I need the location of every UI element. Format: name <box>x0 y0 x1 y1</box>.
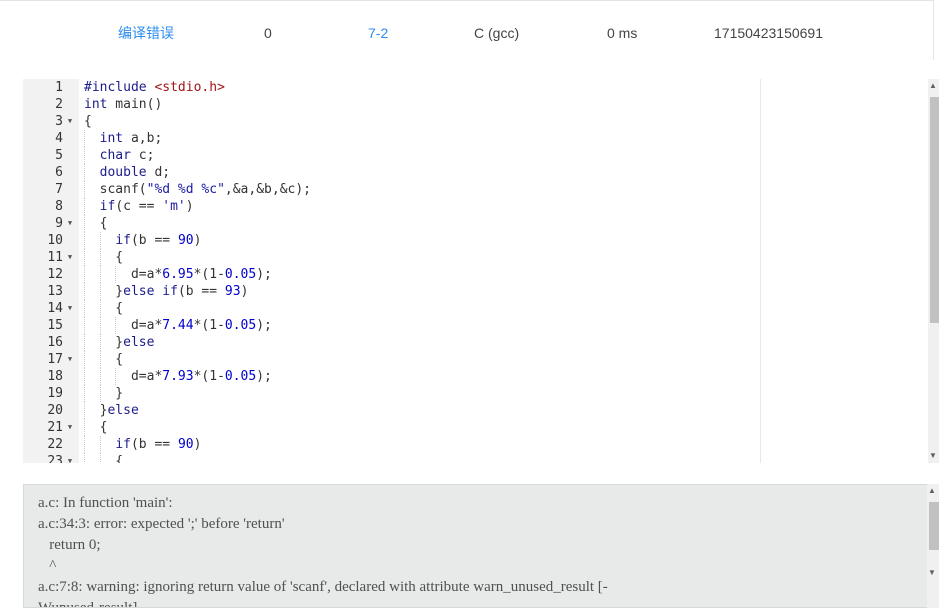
code-editor[interactable]: 1 #include <stdio.h> 2 int main() 3 ▼{4 int a… <box>23 79 939 463</box>
code-text: }else if(b == 93) <box>84 284 249 299</box>
line-number: 8 <box>55 199 63 214</box>
code-text: d=a*7.93*(1-0.05); <box>84 369 272 384</box>
code-text: { <box>84 114 92 129</box>
code-text: } <box>84 386 124 401</box>
submission-row: 编译错误 0 7-2 C (gcc) 0 ms 17150423150691 <box>0 18 934 48</box>
line-number: 2 <box>55 97 63 112</box>
code-text: if(b == 90) <box>115 437 202 452</box>
code-line[interactable]: 6 double d; <box>23 164 939 181</box>
fold-arrow-icon[interactable]: ▼ <box>65 419 75 436</box>
fold-arrow-icon[interactable]: ▼ <box>65 453 75 463</box>
code-line[interactable]: 22 if(b == 90) <box>23 436 939 453</box>
code-text: }else <box>84 335 155 350</box>
code-text: { <box>84 301 124 316</box>
code-line[interactable]: 20 }else <box>23 402 939 419</box>
code-lines: 1 #include <stdio.h> 2 int main() 3 ▼{4 int a… <box>23 79 939 463</box>
line-number: 14 <box>47 301 63 316</box>
line-number: 16 <box>47 335 63 350</box>
code-line[interactable]: 10 if(b == 90) <box>23 232 939 249</box>
status-link[interactable]: 编译错误 <box>118 24 174 42</box>
code-text: { <box>84 216 108 231</box>
scroll-down-icon[interactable]: ▼ <box>929 451 937 460</box>
code-text: double d; <box>99 165 171 180</box>
code-line[interactable]: 1 #include <stdio.h> <box>23 79 939 96</box>
code-text: #include <stdio.h> <box>84 80 225 95</box>
line-number: 7 <box>55 182 63 197</box>
fold-arrow-icon[interactable]: ▼ <box>65 300 75 317</box>
code-text: int a,b; <box>99 131 163 146</box>
code-line[interactable]: 19 } <box>23 385 939 402</box>
line-number: 9 <box>55 216 63 231</box>
line-number: 19 <box>47 386 63 401</box>
code-text: { <box>84 352 124 367</box>
code-line[interactable]: 5 char c; <box>23 147 939 164</box>
line-number: 15 <box>47 318 63 333</box>
line-number: 12 <box>47 267 63 282</box>
code-text: d=a*6.95*(1-0.05); <box>84 267 272 282</box>
fold-arrow-icon[interactable]: ▼ <box>65 351 75 368</box>
scroll-up-icon[interactable]: ▲ <box>928 486 936 495</box>
code-text: }else <box>84 403 139 418</box>
time-value: 0 ms <box>607 25 638 41</box>
code-line[interactable]: 8 if(c == 'm') <box>23 198 939 215</box>
line-number: 20 <box>47 403 63 418</box>
code-text: if(c == 'm') <box>99 199 194 214</box>
fold-arrow-icon[interactable]: ▼ <box>65 113 75 130</box>
user-id-value: 17150423150691 <box>714 25 824 41</box>
fold-arrow-icon[interactable]: ▼ <box>65 215 75 232</box>
line-number: 10 <box>47 233 63 248</box>
code-line[interactable]: 21 ▼ { <box>23 419 939 436</box>
code-line[interactable]: 17 ▼ { <box>23 351 939 368</box>
line-number: 18 <box>47 369 63 384</box>
scroll-down-icon[interactable]: ▼ <box>928 568 936 577</box>
code-text: int main() <box>84 97 163 112</box>
line-number: 3 <box>55 114 63 129</box>
code-text: { <box>84 454 124 463</box>
line-number: 4 <box>55 131 63 146</box>
output-scrollbar[interactable]: ▲ ▼ <box>927 484 939 608</box>
line-number: 17 <box>47 352 63 367</box>
code-line[interactable]: 4 int a,b; <box>23 130 939 147</box>
code-line[interactable]: 2 int main() <box>23 96 939 113</box>
problem-link[interactable]: 7-2 <box>368 24 388 42</box>
code-text: { <box>84 420 108 435</box>
fold-arrow-icon[interactable]: ▼ <box>65 249 75 266</box>
line-number: 21 <box>47 420 63 435</box>
code-line[interactable]: 13 }else if(b == 93) <box>23 283 939 300</box>
code-text: { <box>84 250 124 265</box>
line-number: 22 <box>47 437 63 452</box>
editor-scrollbar[interactable]: ▲ ▼ <box>928 79 939 463</box>
code-line[interactable]: 3 ▼ { <box>23 113 939 130</box>
line-number: 6 <box>55 165 63 180</box>
code-line[interactable]: 12 d=a*6.95*(1-0.05); <box>23 266 939 283</box>
code-line[interactable]: 7 scanf("%d %d %c",&a,&b,&c); <box>23 181 939 198</box>
line-number: 13 <box>47 284 63 299</box>
editor-scrollbar-thumb[interactable] <box>930 97 939 323</box>
compiler-output-text: a.c: In function 'main': a.c:34:3: error… <box>38 495 608 608</box>
top-divider <box>0 0 934 1</box>
code-line[interactable]: 18 d=a*7.93*(1-0.05); <box>23 368 939 385</box>
code-line[interactable]: 11 ▼ { <box>23 249 939 266</box>
code-line[interactable]: 15 d=a*7.44*(1-0.05); <box>23 317 939 334</box>
score-value: 0 <box>264 25 272 41</box>
line-number: 1 <box>55 80 63 95</box>
code-text: d=a*7.44*(1-0.05); <box>84 318 272 333</box>
code-text: scanf("%d %d %c",&a,&b,&c); <box>84 182 311 197</box>
code-line[interactable]: 14 ▼ { <box>23 300 939 317</box>
language-value: C (gcc) <box>474 25 520 41</box>
scroll-up-icon[interactable]: ▲ <box>929 81 937 90</box>
line-number: 23 <box>47 454 63 463</box>
line-number: 11 <box>47 250 63 265</box>
line-number: 5 <box>55 148 63 163</box>
code-line[interactable]: 9 ▼ { <box>23 215 939 232</box>
code-line[interactable]: 23 ▼ { <box>23 453 939 463</box>
code-text: if(b == 90) <box>115 233 202 248</box>
output-scrollbar-thumb[interactable] <box>929 502 939 550</box>
code-text: char c; <box>99 148 155 163</box>
code-line[interactable]: 16 }else <box>23 334 939 351</box>
compiler-output-panel: a.c: In function 'main': a.c:34:3: error… <box>23 484 939 608</box>
